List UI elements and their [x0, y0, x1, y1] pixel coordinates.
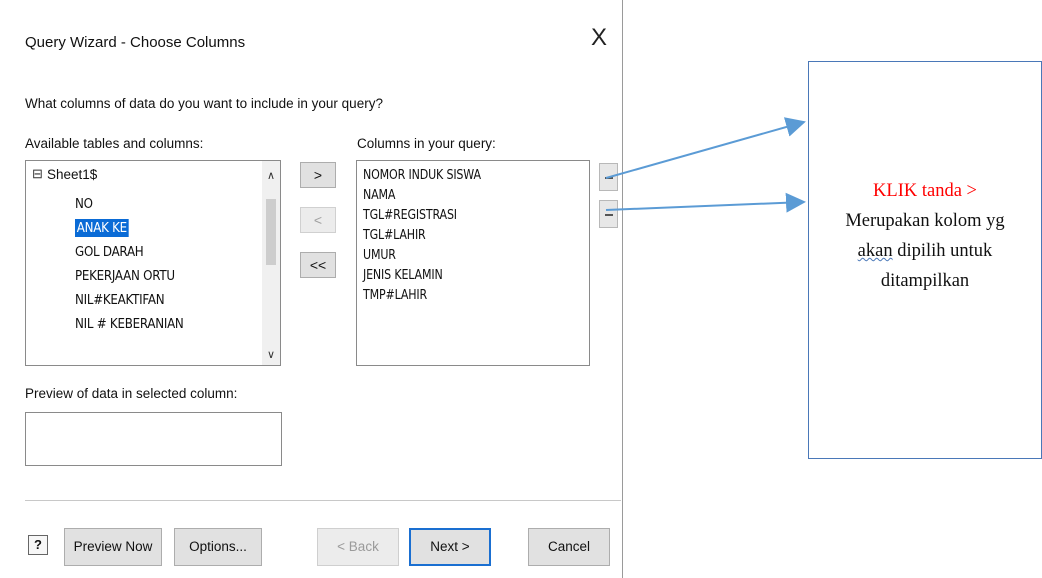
arrow-to-move-up: [605, 117, 806, 179]
annotation-arrows: [605, 117, 806, 213]
arrow-to-move-down: [605, 192, 806, 213]
